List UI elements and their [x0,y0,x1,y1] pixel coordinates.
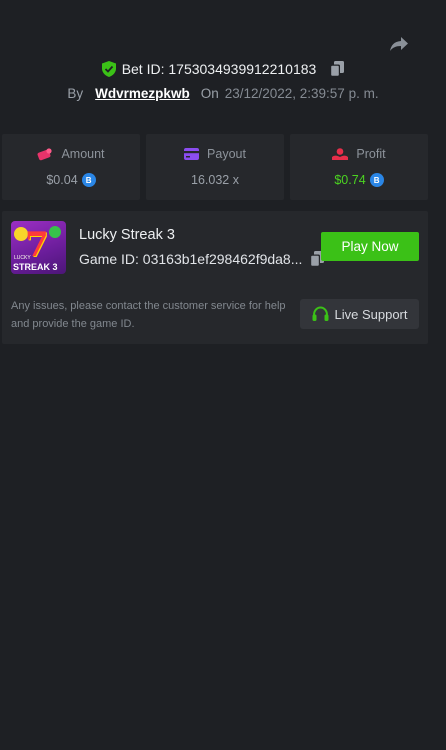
game-title: Lucky Streak 3 [79,227,175,243]
game-id-text: Game ID: 03163b1ef298462f9da8... [79,251,303,267]
bet-id-text: Bet ID: 1753034939912210183 [121,61,317,77]
amount-card: Amount $0.04 B [2,134,140,200]
payout-value: 16.032 x [191,173,239,187]
profit-icon [332,148,349,160]
live-support-label: Live Support [334,306,408,322]
game-card: 7 LUCKY STREAK 3 Lucky Streak 3 Game ID:… [2,211,428,344]
profit-value: $0.74 [334,173,366,187]
bet-date: 23/12/2022, 2:39:57 p. m. [224,86,379,101]
bet-meta-row: By Wdvrmezpkwb On 23/12/2022, 2:39:57 p.… [0,86,446,101]
play-now-button[interactable]: Play Now [321,232,419,261]
game-id-row: Game ID: 03163b1ef298462f9da8... [79,251,325,267]
currency-coin-icon: B [369,173,384,187]
help-text: Any issues, please contact the customer … [11,300,286,330]
live-support-button[interactable]: Live Support [300,299,419,329]
wallet-icon [184,148,200,160]
bet-details-page: Bet ID: 1753034939912210183 By Wdvrmezpk… [0,0,446,750]
share-button[interactable] [388,34,410,54]
payout-label: Payout [207,147,246,161]
profit-label: Profit [356,147,386,161]
stats-row: Amount $0.04 B Payout 16.032 x Profit $0… [2,134,428,200]
payout-card: Payout 16.032 x [146,134,284,200]
lime-graphic [49,226,61,238]
by-label: By [67,86,84,101]
thumb-title-text: STREAK 3 [13,262,58,272]
profit-card: Profit $0.74 B [290,134,428,200]
coins-icon [38,147,53,160]
amount-label: Amount [61,147,105,161]
headset-icon [312,306,328,321]
on-label: On [200,86,219,101]
game-thumbnail[interactable]: 7 LUCKY STREAK 3 [11,221,66,274]
currency-coin-icon: B [81,173,96,187]
verified-shield-icon [101,61,116,77]
share-icon [390,37,408,51]
bet-id-row: Bet ID: 1753034939912210183 [0,61,446,77]
copy-bet-id-icon[interactable] [330,61,345,77]
thumb-lucky-text: LUCKY [14,255,31,261]
username-link[interactable]: Wdvrmezpkwb [95,86,190,101]
amount-value: $0.04 [46,173,78,187]
